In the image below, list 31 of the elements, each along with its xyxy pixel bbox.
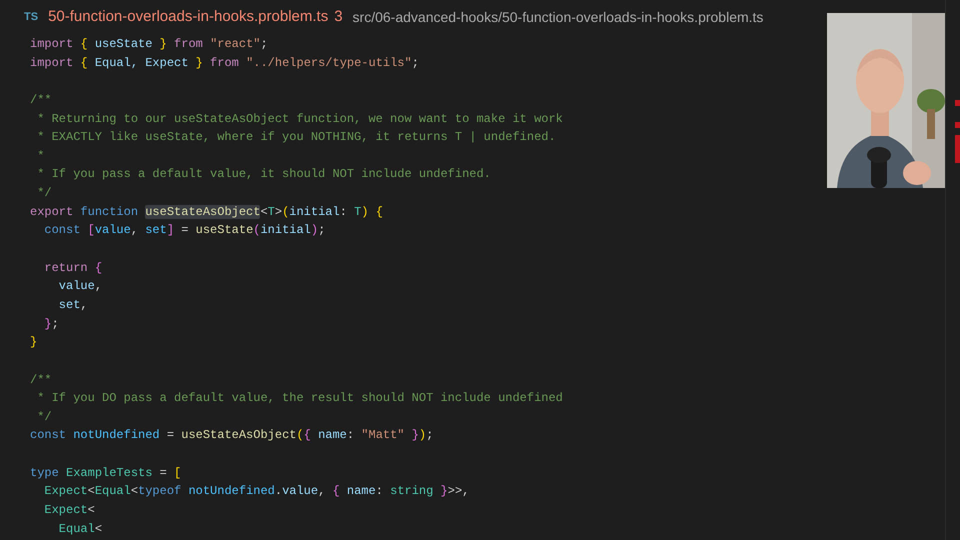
code-line: } (30, 334, 38, 352)
error-count: 3 (334, 7, 343, 28)
code-line: */ (36, 185, 52, 202)
error-marker (955, 135, 960, 163)
code-line: * If you pass a default value, it should NOT include undefined. (36, 166, 491, 184)
code-line: Expect<Equal<typeof notUndefined.value, { name: string }>>, (43, 483, 470, 500)
code-line: value, (58, 278, 102, 296)
code-line: }; (43, 316, 59, 333)
breadcrumb-path[interactable]: src/06-advanced-hooks/50-function-overloads-in-hooks.problem.ts (352, 7, 764, 28)
file-type-label: TS (24, 10, 38, 26)
error-marker (955, 122, 960, 128)
code-line: export function useStateAsObject<T>(initial: T) { (30, 204, 383, 221)
code-line: * Returning to our useStateAsObject function, we now want to make it work (36, 110, 563, 128)
code-line: /** (30, 92, 52, 109)
code-line: */ (36, 408, 52, 426)
code-line: Equal< (58, 520, 102, 538)
code-line: Expect< (43, 502, 95, 520)
code-line: import { useState } from "react"; (30, 36, 268, 53)
code-line: * If you DO pass a default value, the result should NOT include undefined (36, 390, 563, 408)
code-line: type ExampleTests = [ (30, 464, 182, 482)
code-line: set, (58, 296, 88, 314)
code-line: const [value, set] = useState(initial); (43, 222, 326, 240)
code-line: /** (30, 372, 52, 389)
code-line: * EXACTLY like useState, where if you NOTHING, it returns T | undefined. (36, 129, 556, 146)
scrollbar-track[interactable] (945, 0, 960, 540)
code-line: return { (43, 260, 102, 277)
breadcrumb-file-name[interactable]: 50-function-overloads-in-hooks.problem.ts (48, 6, 328, 29)
code-line: * (36, 148, 44, 165)
error-marker (955, 100, 960, 106)
code-line: import { Equal, Expect } from "../helpers/type-utils"; (30, 54, 419, 72)
code-line: const notUndefined = useStateAsObject({ name: "Matt" }); (30, 427, 434, 444)
